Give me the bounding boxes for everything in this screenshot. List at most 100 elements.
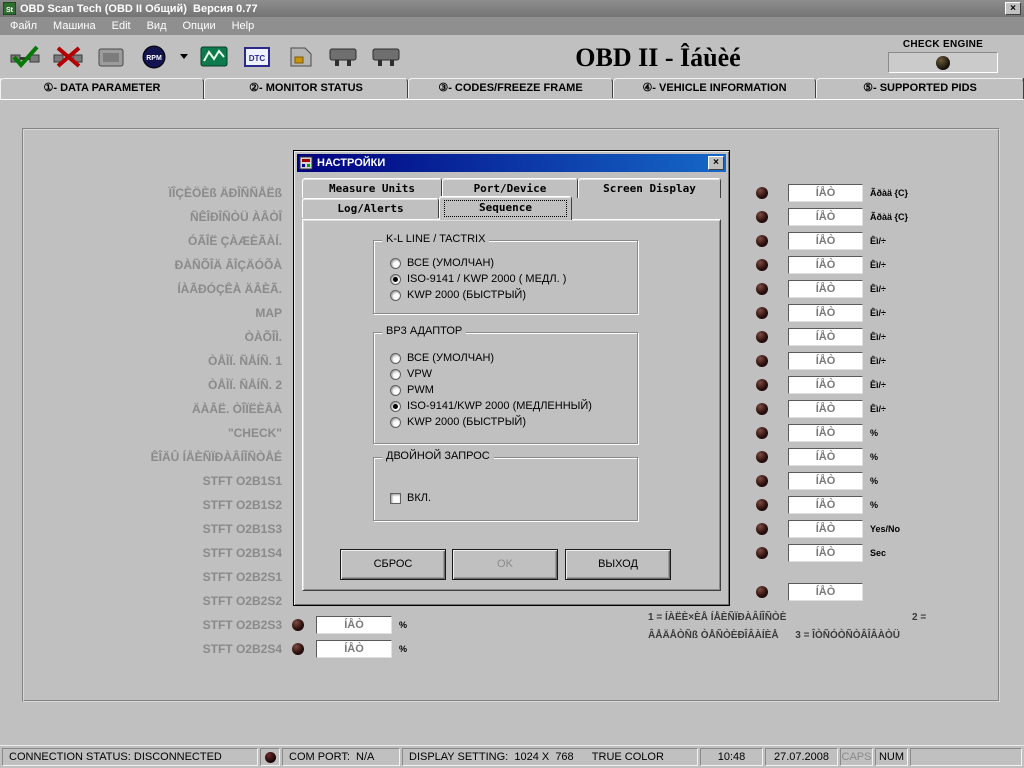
param-value-box: ÍÅÒ xyxy=(788,256,863,274)
param-label: ÊÎÄÛ ÍÅÈÑÏÐÀÂÍÎÑÒÅÉ xyxy=(4,450,282,464)
dialog-tab-measure-units[interactable]: Measure Units xyxy=(302,178,442,198)
param-value-box: ÍÅÒ xyxy=(788,544,863,562)
param-label: MAP xyxy=(4,306,282,320)
legend-line-1-right: 2 = xyxy=(912,612,926,623)
param-unit: % xyxy=(870,500,878,510)
dialog-tab-log-alerts[interactable]: Log/Alerts xyxy=(302,198,439,218)
param-value-box: ÍÅÒ xyxy=(316,616,392,634)
param-led-icon xyxy=(756,187,768,199)
param-led-icon xyxy=(756,586,768,598)
dialog-tab-bar: Measure UnitsPort/DeviceScreen Display Lo… xyxy=(294,151,729,221)
dialog-tab-sequence[interactable]: Sequence xyxy=(439,196,572,220)
param-label: STFT O2B1S2 xyxy=(4,498,282,512)
param-led-icon xyxy=(756,307,768,319)
com-port-status: COM PORT: N/A xyxy=(282,748,400,766)
param-label: ÄÀÂË. ÒÎÏËÈÂÀ xyxy=(4,402,282,416)
param-led-icon xyxy=(756,235,768,247)
param-value-box: ÍÅÒ xyxy=(788,472,863,490)
param-unit: % xyxy=(399,620,407,630)
param-led-icon xyxy=(756,259,768,271)
param-label: ÐÀÑÕÎÄ ÂÎÇÄÓÕÀ xyxy=(4,258,282,272)
dialog-tab-port-device[interactable]: Port/Device xyxy=(442,178,578,198)
display-setting-status: DISPLAY SETTING: 1024 X 768 TRUE COLOR xyxy=(402,748,698,766)
param-unit: % xyxy=(399,644,407,654)
param-unit: % xyxy=(870,476,878,486)
param-label: ÓÃÎË ÇÀÆÈÃÀÍ. xyxy=(4,234,282,248)
param-value-box: ÍÅÒ xyxy=(788,352,863,370)
param-value-box: ÍÅÒ xyxy=(788,400,863,418)
param-label: "CHECK" xyxy=(4,426,282,440)
param-label: STFT O2B2S3 xyxy=(4,618,282,632)
param-led-icon xyxy=(756,403,768,415)
param-value-box: ÍÅÒ xyxy=(788,496,863,514)
param-unit: Ãðàä {C} xyxy=(870,212,908,222)
param-unit: Êì/÷ xyxy=(870,380,886,390)
param-led-icon xyxy=(756,451,768,463)
legend-line-2: ÂÅÄÅÒÑß ÒÅÑÒÈÐÎÂÀÍÈÅ 3 = ÎÒÑÓÒÑÒÂÎÂÀÒÜ xyxy=(648,630,900,641)
param-value-box: ÍÅÒ xyxy=(788,280,863,298)
param-label: STFT O2B2S4 xyxy=(4,642,282,656)
connection-led xyxy=(260,748,280,766)
param-label: ÑÊÎÐÎÑÒÜ ÀÂÒÎ xyxy=(4,210,282,224)
param-label: ÍÀÃÐÓÇÊÀ ÄÂÈÃ. xyxy=(4,282,282,296)
param-label: ÒÀÕÎÌ. xyxy=(4,330,282,344)
param-value-box: ÍÅÒ xyxy=(788,424,863,442)
connection-led-icon xyxy=(265,752,276,763)
param-led-icon xyxy=(756,475,768,487)
param-label: STFT O2B2S1 xyxy=(4,570,282,584)
param-unit: Êì/÷ xyxy=(870,308,886,318)
param-value-box: ÍÅÒ xyxy=(788,208,863,226)
param-unit: % xyxy=(870,428,878,438)
param-led-icon xyxy=(756,211,768,223)
param-value-box: ÍÅÒ xyxy=(788,520,863,538)
param-label: STFT O2B1S4 xyxy=(4,546,282,560)
reset-button[interactable]: СБРОС xyxy=(340,549,446,580)
param-led-icon xyxy=(756,283,768,295)
connection-status: CONNECTION STATUS: DISCONNECTED xyxy=(2,748,258,766)
param-unit: Êì/÷ xyxy=(870,260,886,270)
param-unit: Êì/÷ xyxy=(870,236,886,246)
param-label: ÒÅÌÏ. ÑÅÍÑ. 1 xyxy=(4,354,282,368)
dialog-tab-screen-display[interactable]: Screen Display xyxy=(578,178,721,198)
param-label: ÏÎÇÈÖÈß ÄÐÎÑÑÅËß xyxy=(4,186,282,200)
param-value-box: ÍÅÒ xyxy=(788,448,863,466)
exit-button[interactable]: ВЫХОД xyxy=(565,549,671,580)
param-value-box: ÍÅÒ xyxy=(788,583,863,601)
param-led-icon xyxy=(756,499,768,511)
param-label: ÒÅÌÏ. ÑÅÍÑ. 2 xyxy=(4,378,282,392)
param-unit: Êì/÷ xyxy=(870,356,886,366)
num-indicator: NUM xyxy=(875,748,908,766)
status-bar: CONNECTION STATUS: DISCONNECTED COM PORT… xyxy=(0,745,1024,768)
clock: 10:48 xyxy=(700,748,763,766)
param-led-icon xyxy=(292,619,304,631)
param-led-icon xyxy=(756,355,768,367)
status-filler xyxy=(910,748,1022,766)
ok-button: OK xyxy=(452,549,558,580)
legend-line-1: 1 = ÍÀËÈ×ÈÅ ÍÅÈÑÏÐÀÂÍÎÑÒÈ xyxy=(648,612,786,623)
param-unit: Êì/÷ xyxy=(870,284,886,294)
param-value-box: ÍÅÒ xyxy=(316,640,392,658)
date: 27.07.2008 xyxy=(765,748,838,766)
param-led-icon xyxy=(756,331,768,343)
dialog-buttons: СБРОСOKВЫХОД xyxy=(303,220,720,590)
app-window: St OBD Scan Tech (OBD II Общий) Версия 0… xyxy=(0,0,1024,768)
sequence-tab-page: K-L LINE / TACTRIXВСЕ (УМОЛЧАН)ISO-9141 … xyxy=(302,219,721,591)
param-unit: Sec xyxy=(870,548,886,558)
param-label: STFT O2B2S2 xyxy=(4,594,282,608)
param-unit: Êì/÷ xyxy=(870,332,886,342)
param-value-box: ÍÅÒ xyxy=(788,304,863,322)
param-led-icon xyxy=(756,547,768,559)
param-value-box: ÍÅÒ xyxy=(788,184,863,202)
param-label: STFT O2B1S3 xyxy=(4,522,282,536)
param-value-box: ÍÅÒ xyxy=(788,328,863,346)
caps-indicator: CAPS xyxy=(840,748,873,766)
param-value-box: ÍÅÒ xyxy=(788,232,863,250)
param-label: STFT O2B1S1 xyxy=(4,474,282,488)
param-led-icon xyxy=(292,643,304,655)
param-led-icon xyxy=(756,427,768,439)
param-unit: Ãðàä {C} xyxy=(870,188,908,198)
param-value-box: ÍÅÒ xyxy=(788,376,863,394)
param-unit: % xyxy=(870,452,878,462)
param-unit: Yes/No xyxy=(870,524,900,534)
param-unit: Êì/÷ xyxy=(870,404,886,414)
